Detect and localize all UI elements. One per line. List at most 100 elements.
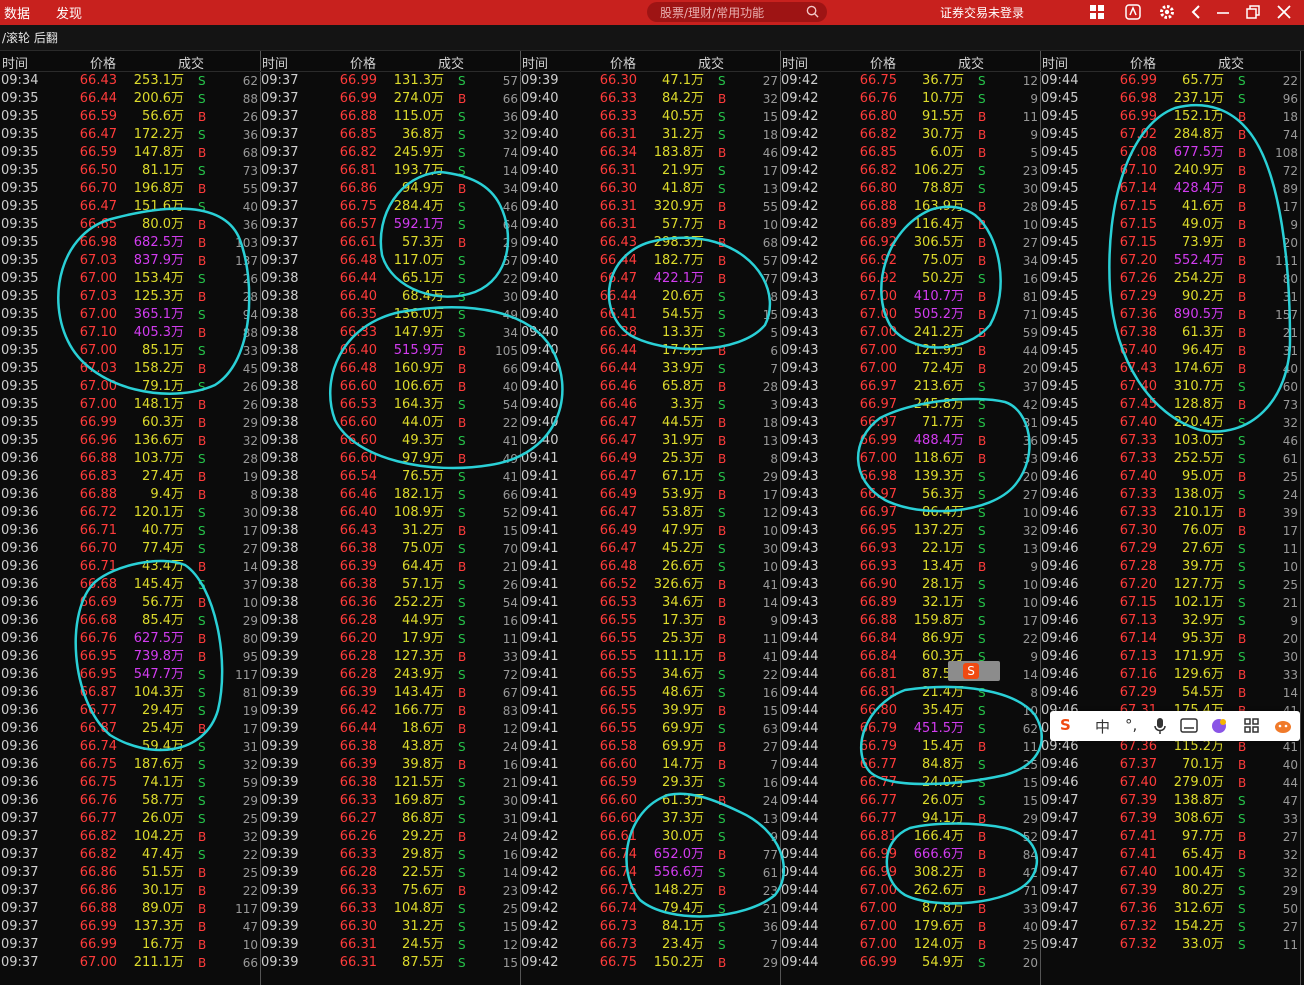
tick-row[interactable]: 09:41 66.55 34.6万 S 22 <box>520 666 780 684</box>
tick-row[interactable]: 09:36 66.87 25.4万 B 17 <box>0 720 260 738</box>
tick-row[interactable]: 09:45 67.02 284.8万 B 74 <box>1040 126 1300 144</box>
tick-row[interactable]: 09:36 66.75 74.1万 S 59 <box>0 774 260 792</box>
tick-row[interactable]: 09:36 66.88 103.7万 S 28 <box>0 450 260 468</box>
tick-row[interactable]: 09:36 66.95 547.7万 S 117 <box>0 666 260 684</box>
tick-row[interactable]: 09:44 66.77 26.0万 S 15 <box>780 792 1040 810</box>
tick-row[interactable]: 09:37 66.99 131.3万 S 57 <box>260 72 520 90</box>
tick-row[interactable]: 09:44 66.77 24.0万 S 15 <box>780 774 1040 792</box>
tick-row[interactable]: 09:36 66.69 56.7万 B 10 <box>0 594 260 612</box>
tick-row[interactable]: 09:47 67.36 312.6万 S 50 <box>1040 900 1300 918</box>
tick-row[interactable]: 09:38 66.40 68.4万 S 30 <box>260 288 520 306</box>
tick-row[interactable]: 09:42 66.92 306.5万 B 27 <box>780 234 1040 252</box>
tick-row[interactable]: 09:38 66.40 108.9万 S 52 <box>260 504 520 522</box>
tick-row[interactable]: 09:44 66.79 451.5万 S 62 <box>780 720 1040 738</box>
tick-row[interactable]: 09:37 66.86 30.1万 B 22 <box>0 882 260 900</box>
tick-row[interactable]: 09:40 66.30 41.8万 S 13 <box>520 180 780 198</box>
restore-icon[interactable] <box>1244 3 1262 21</box>
tick-row[interactable]: 09:46 67.40 279.0万 B 44 <box>1040 774 1300 792</box>
tick-row[interactable]: 09:40 66.46 3.3万 S 3 <box>520 396 780 414</box>
tick-row[interactable]: 09:37 66.48 117.0万 S 57 <box>260 252 520 270</box>
tick-row[interactable]: 09:34 66.43 253.1万 S 62 <box>0 72 260 90</box>
tick-row[interactable]: 09:45 67.36 890.5万 B 157 <box>1040 306 1300 324</box>
tick-row[interactable]: 09:39 66.30 47.1万 S 27 <box>520 72 780 90</box>
tick-row[interactable]: 09:42 66.80 91.5万 B 11 <box>780 108 1040 126</box>
tick-column-3[interactable]: 时间 价格 成交 09:39 66.30 47.1万 S 27 09:40 66.33 84.2万 B… <box>520 51 781 985</box>
tick-row[interactable]: 09:45 67.20 552.4万 B 111 <box>1040 252 1300 270</box>
tick-row[interactable]: 09:37 66.85 36.8万 S 32 <box>260 126 520 144</box>
tick-row[interactable]: 09:39 66.33 29.8万 S 16 <box>260 846 520 864</box>
tick-row[interactable]: 09:47 67.32 154.2万 S 27 <box>1040 918 1300 936</box>
tick-column-5[interactable]: 时间 价格 成交 09:44 66.99 65.7万 S 22 09:45 66.98 237.1万… <box>1040 51 1301 985</box>
tick-row[interactable]: 09:46 67.33 252.5万 S 61 <box>1040 450 1300 468</box>
tick-row[interactable]: 09:36 66.76 627.5万 B 80 <box>0 630 260 648</box>
tick-row[interactable]: 09:35 67.03 158.2万 B 45 <box>0 360 260 378</box>
tick-row[interactable]: 09:37 66.86 94.9万 B 34 <box>260 180 520 198</box>
tick-row[interactable]: 09:39 66.28 22.5万 S 14 <box>260 864 520 882</box>
tick-row[interactable]: 09:36 66.72 120.1万 S 30 <box>0 504 260 522</box>
tick-row[interactable]: 09:40 66.31 57.7万 B 10 <box>520 216 780 234</box>
tick-row[interactable]: 09:44 66.84 86.9万 S 22 <box>780 630 1040 648</box>
tick-row[interactable]: 09:37 66.99 16.7万 B 10 <box>0 936 260 954</box>
tick-row[interactable]: 09:39 66.39 39.8万 B 16 <box>260 756 520 774</box>
tick-row[interactable]: 09:4466.8187.5万S14 <box>780 666 1040 684</box>
tick-row[interactable]: 09:42 66.82 106.2万 S 23 <box>780 162 1040 180</box>
tick-row[interactable]: 09:39 66.31 87.5万 S 15 <box>260 954 520 972</box>
tick-row[interactable]: 09:44 66.77 84.8万 S 25 <box>780 756 1040 774</box>
tick-row[interactable]: 09:36 66.88 9.4万 B 8 <box>0 486 260 504</box>
tick-row[interactable]: 09:38 66.60 44.0万 B 22 <box>260 414 520 432</box>
tick-row[interactable]: 09:35 66.59 147.8万 B 68 <box>0 144 260 162</box>
tick-row[interactable]: 09:43 67.00 410.7万 B 81 <box>780 288 1040 306</box>
tick-row[interactable]: 09:44 67.00 124.0万 B 25 <box>780 936 1040 954</box>
tick-row[interactable]: 09:42 66.74 652.0万 B 77 <box>520 846 780 864</box>
tick-row[interactable]: 09:40 66.31 320.9万 B 55 <box>520 198 780 216</box>
tick-row[interactable]: 09:47 67.41 97.7万 B 27 <box>1040 828 1300 846</box>
tick-row[interactable]: 09:45 67.33 103.0万 S 46 <box>1040 432 1300 450</box>
tick-row[interactable]: 09:42 66.74 556.6万 S 61 <box>520 864 780 882</box>
ime-lang-toggle[interactable]: 中 <box>1095 716 1110 737</box>
tick-row[interactable]: 09:45 66.99 152.1万 B 18 <box>1040 108 1300 126</box>
tick-row[interactable]: 09:41 66.49 53.9万 B 17 <box>520 486 780 504</box>
tick-row[interactable]: 09:38 66.36 252.2万 S 54 <box>260 594 520 612</box>
tick-row[interactable]: 09:38 66.38 57.1万 S 26 <box>260 576 520 594</box>
tick-row[interactable]: 09:40 66.38 13.3万 S 5 <box>520 324 780 342</box>
search-box[interactable]: 股票/理财/常用功能 <box>647 2 827 22</box>
tick-row[interactable]: 09:37 66.57 592.1万 S 64 <box>260 216 520 234</box>
tick-row[interactable]: 09:40 66.31 21.9万 S 17 <box>520 162 780 180</box>
tick-row[interactable]: 09:41 66.52 326.6万 B 41 <box>520 576 780 594</box>
tick-row[interactable]: 09:43 66.97 71.7万 S 31 <box>780 414 1040 432</box>
tick-row[interactable]: 09:39 66.38 43.8万 S 24 <box>260 738 520 756</box>
tick-row[interactable]: 09:39 66.28 127.3万 B 33 <box>260 648 520 666</box>
tick-row[interactable]: 09:36 66.71 40.7万 S 17 <box>0 522 260 540</box>
tick-row[interactable]: 09:41 66.55 39.9万 B 15 <box>520 702 780 720</box>
tick-row[interactable]: 09:36 66.76 58.7万 S 29 <box>0 792 260 810</box>
tick-row[interactable]: 09:42 66.75 150.2万 B 29 <box>520 954 780 972</box>
tick-row[interactable]: 09:45 67.43 174.6万 B 40 <box>1040 360 1300 378</box>
tick-row[interactable]: 09:41 66.49 47.9万 B 10 <box>520 522 780 540</box>
tick-row[interactable]: 09:45 67.29 90.2万 B 31 <box>1040 288 1300 306</box>
tick-row[interactable]: 09:41 66.55 111.1万 B 41 <box>520 648 780 666</box>
tick-row[interactable]: 09:46 67.29 54.5万 B 14 <box>1040 684 1300 702</box>
microphone-icon[interactable] <box>1153 717 1167 735</box>
tick-row[interactable]: 09:43 66.92 50.2万 S 16 <box>780 270 1040 288</box>
tick-row[interactable]: 09:37 66.61 57.3万 B 29 <box>260 234 520 252</box>
tick-row[interactable]: 09:35 66.44 200.6万 S 88 <box>0 90 260 108</box>
tick-row[interactable]: 09:35 66.47 172.2万 S 36 <box>0 126 260 144</box>
mascot-icon[interactable] <box>1273 717 1293 735</box>
skin-icon[interactable] <box>1210 717 1228 735</box>
tick-row[interactable]: 09:44 66.99 308.2万 B 42 <box>780 864 1040 882</box>
tick-row[interactable]: 09:39 66.33 75.6万 B 23 <box>260 882 520 900</box>
tick-row[interactable]: 09:43 66.97 86.4万 S 10 <box>780 504 1040 522</box>
tick-row[interactable]: 09:40 66.34 183.8万 B 46 <box>520 144 780 162</box>
tick-row[interactable]: 09:44 66.99 54.9万 S 20 <box>780 954 1040 972</box>
windows-icon[interactable] <box>1088 3 1106 21</box>
tick-row[interactable]: 09:35 66.98 682.5万 B 103 <box>0 234 260 252</box>
tick-row[interactable]: 09:46 67.20 127.7万 S 25 <box>1040 576 1300 594</box>
login-status[interactable]: 证券交易未登录 <box>940 4 1024 21</box>
tick-row[interactable]: 09:43 66.97 245.8万 S 42 <box>780 396 1040 414</box>
tick-row[interactable]: 09:36 66.70 77.4万 S 27 <box>0 540 260 558</box>
tick-row[interactable]: 09:43 67.00 121.9万 B 44 <box>780 342 1040 360</box>
tick-row[interactable]: 09:36 66.74 59.4万 S 31 <box>0 738 260 756</box>
tick-row[interactable]: 09:45 67.45 128.8万 B 73 <box>1040 396 1300 414</box>
tick-row[interactable]: 09:46 67.13 171.9万 S 30 <box>1040 648 1300 666</box>
tick-row[interactable]: 09:37 66.88 89.0万 B 117 <box>0 900 260 918</box>
